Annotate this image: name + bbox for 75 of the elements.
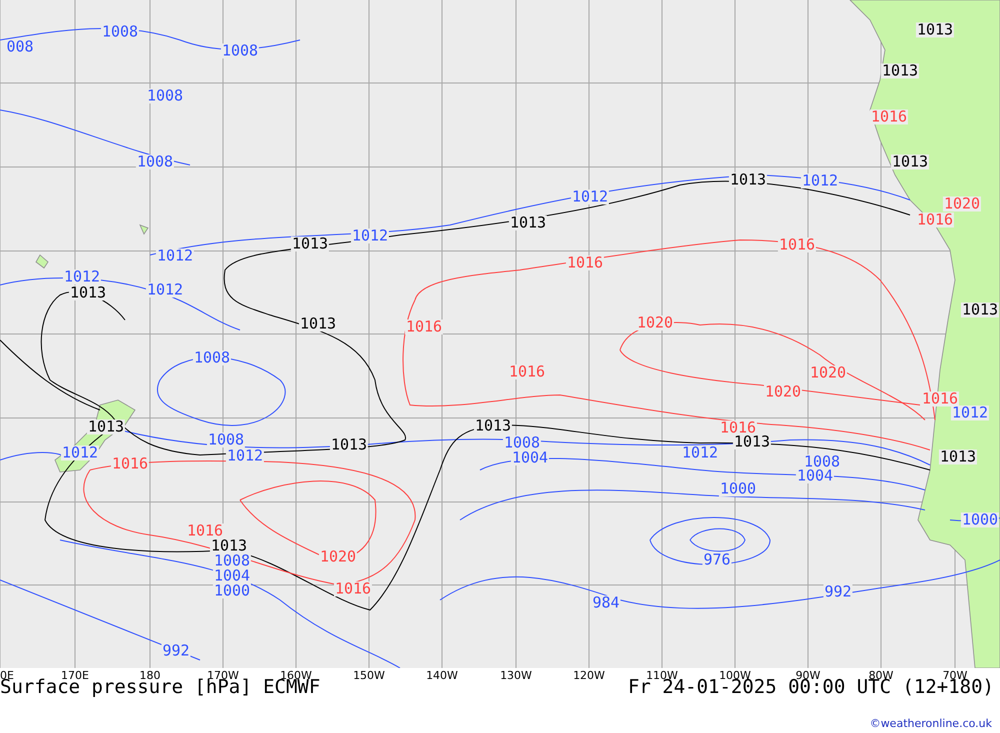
isobar-label: 1012 [570,190,610,204]
isobar-label: 1008 [100,24,140,40]
isobar-label: 1013 [728,172,768,188]
isobar-label: 1013 [330,438,368,452]
isobar-label: 1000 [212,584,252,598]
isobar-label: 1013 [732,434,772,450]
isobar-label: 1012 [800,174,840,188]
isobar-label: 1012 [60,446,100,460]
isobar-label: 1016 [404,320,444,334]
isobar-label: 1016 [778,238,816,252]
isobar-label: 1016 [110,456,150,472]
isobar-label: 1013 [916,22,954,38]
isobar-label: 984 [591,596,621,610]
isobar-label: 1008 [212,554,252,568]
isobar-label: 1012 [156,248,194,264]
isobar-label: 1013 [960,302,1000,318]
isobar-label: 1013 [68,286,108,300]
longitude-label: 0E [0,670,14,681]
longitude-label: 140W [426,670,458,681]
isobar-label: 1020 [808,366,848,380]
isobar-label: 1008 [206,432,246,448]
isobar-label: 1016 [566,256,604,270]
isobar-label: 1016 [920,392,960,406]
isobar-label: 1000 [960,512,1000,528]
isobar-label: 992 [161,644,191,658]
isobar-label: 1013 [508,216,548,230]
isobar-label: 008 [5,40,35,54]
isobar-label: 1016 [870,110,908,124]
isobar-label: 1008 [146,88,184,104]
isobar-label: 1016 [508,364,546,380]
longitude-label: 120W [573,670,605,681]
isobar-label: 1008 [220,44,260,58]
isobar-label: 1013 [890,154,930,170]
isobar-label: 1020 [636,316,674,330]
isobar-label: 1020 [318,550,358,564]
isobar-label: 1016 [916,212,954,228]
valid-time: Fr 24-01-2025 00:00 UTC (12+180) [628,678,994,697]
isobar-label: 1000 [718,482,758,496]
isobar-label: 1004 [796,468,834,484]
isobar-label: 1012 [680,446,720,460]
isobar-label: 1008 [192,350,232,366]
island-land [139,224,149,235]
isobar-label: 1013 [210,538,248,554]
isobar-label: 1013 [880,64,920,78]
longitude-label: 130W [500,670,532,681]
isobar-label: 1016 [186,524,224,538]
isobar-label: 992 [823,584,853,600]
longitude-label: 170E [61,670,89,681]
isobar-label: 976 [702,552,732,568]
isobar-label: 1016 [334,582,372,596]
chart-title: Surface pressure [hPa] ECMWF [0,678,320,697]
isobar-label: 1012 [62,270,102,284]
isobar-label: 1004 [510,450,550,466]
isobar-label: 1008 [802,454,842,470]
isobar-label: 1008 [502,436,542,450]
island-land [35,254,49,269]
longitude-label: 110W [646,670,678,681]
credit-text: ©weatheronline.co.uk [870,718,992,729]
isobar-label: 1013 [474,418,512,434]
isobar-label: 1013 [86,420,126,434]
isobar-label: 1012 [950,406,990,420]
isobar-label: 1016 [718,420,758,436]
isobar-label: 1020 [942,196,982,212]
isobar-label: 1012 [146,282,184,298]
longitude-label: 150W [353,670,385,681]
isobar-label: 1008 [136,154,174,170]
isobar-label: 1012 [350,228,390,244]
isobar-label: 1012 [226,448,264,464]
isobar-label: 1013 [290,236,330,252]
isobar-label: 1013 [298,316,338,332]
isobar-label: 1004 [212,568,252,584]
longitude-label: 180 [140,670,160,681]
longitude-label: 100W [719,670,751,681]
isobar-label: 1020 [764,384,802,400]
isobar-label: 1013 [938,450,978,464]
